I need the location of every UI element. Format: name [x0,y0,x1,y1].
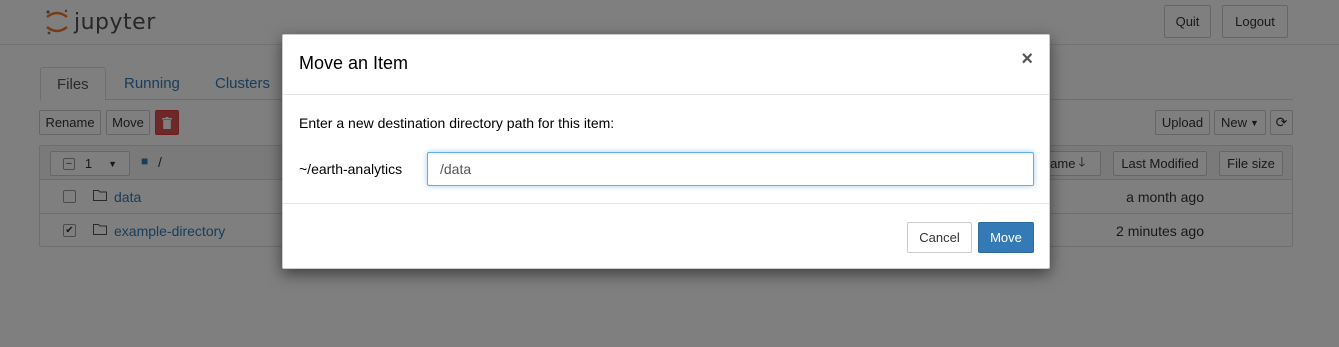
modal-title: Move an Item [299,53,409,73]
confirm-move-button[interactable]: Move [978,222,1034,253]
move-item-dialog: Move an Item × Enter a new destination d… [282,34,1050,269]
destination-path-input[interactable] [427,152,1034,186]
cancel-button[interactable]: Cancel [907,222,972,253]
modal-header: Move an Item × [283,35,1049,95]
modal-footer: Cancel Move [283,203,1049,270]
modal-prompt: Enter a new destination directory path f… [299,115,615,131]
close-icon[interactable]: × [1021,48,1033,71]
path-prefix-label: ~/earth-analytics [299,161,403,177]
modal-body: Enter a new destination directory path f… [283,95,1049,203]
